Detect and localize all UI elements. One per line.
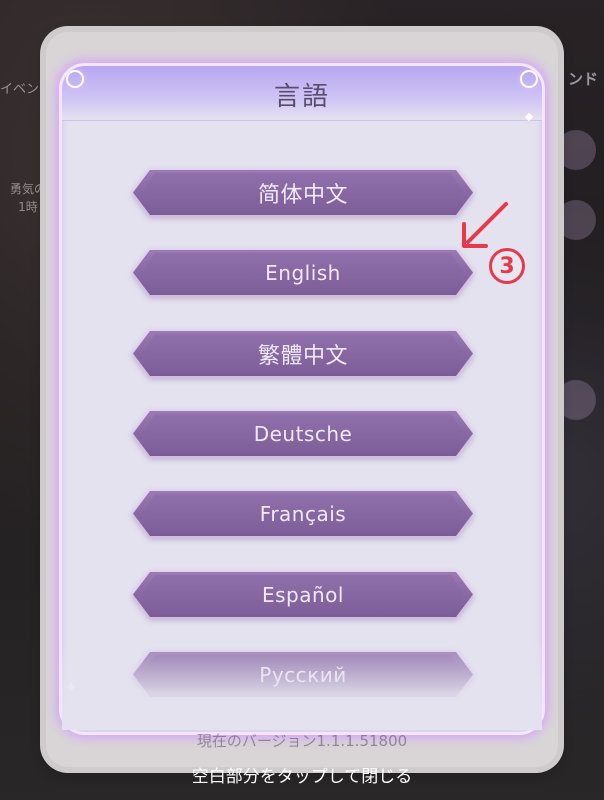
background-menu-icon	[556, 380, 596, 420]
version-text: 現在のバージョン1.1.1.51800	[196, 732, 408, 750]
step-number-badge: 3	[489, 248, 525, 284]
language-button-french[interactable]: Français	[133, 491, 473, 536]
language-button-german[interactable]: Deutsche	[133, 411, 473, 456]
sparkle-icon	[66, 682, 76, 692]
background-menu-label: ンド	[567, 70, 598, 88]
language-button-traditional-chinese[interactable]: 繁體中文	[133, 331, 473, 376]
language-button-spanish[interactable]: Español	[133, 572, 473, 617]
language-label: Deutsche	[253, 421, 353, 446]
language-button-simplified-chinese[interactable]: 简体中文	[133, 170, 473, 215]
corner-ornament-icon	[66, 70, 84, 88]
language-label: 繁體中文	[257, 343, 348, 369]
background-menu-icon	[556, 200, 596, 240]
dialog-title: 言語	[273, 82, 330, 112]
close-hint-text[interactable]: 空白部分をタップして閉じる	[0, 762, 604, 787]
language-button-russian[interactable]: Русский	[133, 652, 473, 697]
background-menu-icon	[556, 130, 596, 170]
language-dialog: 言語	[59, 63, 545, 735]
language-label: Français	[259, 501, 347, 526]
dialog-header: 言語	[62, 66, 542, 121]
corner-ornament-icon	[520, 70, 538, 88]
language-label: Русский	[259, 662, 347, 687]
language-label: 简体中文	[257, 182, 348, 208]
language-label: Español	[262, 582, 344, 607]
language-button-english[interactable]: English	[133, 250, 473, 295]
language-label: English	[265, 260, 341, 285]
background-event-label: イベン	[0, 82, 40, 97]
